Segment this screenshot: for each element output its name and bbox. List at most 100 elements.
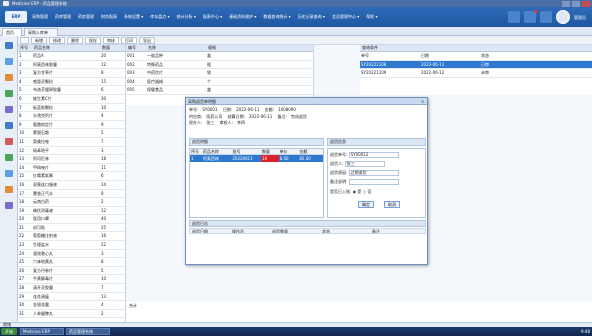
toolbar-button[interactable]: 修改 — [49, 37, 65, 44]
menu-item[interactable]: 帮助 ▾ — [366, 7, 377, 27]
list-item[interactable]: 24 速效救心丸 3 — [18, 250, 125, 259]
nav-sales-icon[interactable] — [5, 90, 13, 97]
menu-item[interactable]: 统计分析 ▾ — [177, 7, 196, 27]
menu-item[interactable]: 基础资料维护 ▾ — [229, 7, 256, 27]
list-item[interactable]: 27 牛黄解毒片 10 — [18, 275, 125, 285]
menu-item[interactable]: 采购管理 — [32, 7, 48, 27]
nav-tools-icon[interactable] — [5, 186, 13, 193]
avatar[interactable] — [556, 10, 570, 24]
maximize-button[interactable] — [572, 0, 580, 7]
menu-item[interactable]: 数据查询统计 ▾ — [263, 7, 290, 27]
menu-item[interactable]: 会员管理中心 ▾ — [332, 7, 359, 27]
cell: 18 — [101, 156, 107, 162]
nav-home-icon[interactable] — [5, 42, 13, 49]
cell: 16 — [19, 181, 25, 187]
list-item[interactable]: SY20221108 2022-06-11 已审 — [360, 60, 592, 70]
list-item[interactable]: 20 医用口罩 40 — [18, 215, 125, 224]
nav-query-icon[interactable] — [5, 170, 13, 177]
close-button[interactable] — [582, 0, 590, 7]
list-item[interactable]: 16 双黄连口服液 14 — [18, 181, 125, 190]
taskbar-item[interactable]: Medicine ERP — [20, 328, 64, 335]
toolbar-button[interactable]: 保存 — [85, 37, 101, 44]
list-item[interactable]: 8 头孢克肟片 4 — [18, 112, 125, 121]
ok-button[interactable]: 确定 — [358, 201, 374, 208]
list-item[interactable]: 25 六味地黄丸 8 — [18, 258, 125, 267]
list-item[interactable]: 17 藿香正气水 9 — [18, 190, 125, 199]
tab-home[interactable]: 首页 — [2, 28, 22, 36]
nav-stock-icon[interactable] — [5, 74, 13, 81]
menu-item[interactable]: 药库管理 — [55, 7, 71, 27]
nav-settings-icon[interactable] — [5, 154, 13, 161]
toolbar-button[interactable]: 打印 — [121, 37, 137, 44]
notification-icon[interactable] — [524, 10, 537, 23]
list-item[interactable]: 18 云南白药 2 — [18, 198, 125, 207]
nav-finance-icon[interactable] — [5, 122, 13, 129]
list-item[interactable]: 004 医疗器械 个 — [126, 78, 313, 87]
toolbar-button[interactable]: 审核 — [103, 37, 119, 44]
list-item[interactable]: 003 中药饮片 袋 — [126, 69, 313, 78]
list-item[interactable]: 5 布洛芬缓释胶囊 6 — [18, 86, 125, 95]
list-item[interactable]: 31 人参健脾丸 2 — [18, 310, 125, 319]
detail-table-row-selected[interactable]: 1 阿莫西林 20220611 10 8.50 85.00 — [190, 155, 323, 162]
return-no-field[interactable]: SY00012 — [348, 152, 399, 158]
toolbar-button[interactable]: 删除 — [67, 37, 83, 44]
menu-item[interactable]: 系统设置 ▾ — [124, 7, 143, 27]
minimize-button[interactable] — [562, 0, 570, 7]
tab-purchase[interactable]: 采购入库单 — [24, 28, 58, 36]
start-button[interactable]: 开始 — [1, 328, 17, 335]
list-item[interactable]: 13 阿司匹林 18 — [18, 155, 125, 164]
list-item[interactable]: 23 生理盐水 22 — [18, 241, 125, 250]
cell: 9 — [101, 190, 104, 196]
list-item[interactable]: 30 金银花露 4 — [18, 301, 125, 310]
list-item[interactable]: 002 特殊药品 瓶 — [126, 61, 313, 70]
remark-field[interactable] — [348, 179, 399, 185]
list-item[interactable]: 7 板蓝根颗粒 10 — [18, 104, 125, 113]
nav-help-icon[interactable] — [5, 202, 13, 209]
list-item[interactable]: 9 氯雷他定片 9 — [18, 121, 125, 130]
menu-item[interactable]: 财务报表 — [101, 7, 117, 27]
list-item[interactable]: 15 红霉素软膏 6 — [18, 172, 125, 181]
nav-report-icon[interactable] — [5, 106, 13, 113]
radio-no[interactable]: ○ 否 — [363, 189, 372, 194]
close-icon[interactable]: × — [420, 99, 425, 104]
list-item[interactable]: 10 蒙脱石散 5 — [18, 129, 125, 138]
nav-purchase-icon[interactable] — [5, 58, 13, 65]
radio-yes[interactable]: ◉ 是 — [353, 189, 362, 194]
menu-item[interactable]: 库存盘点 ▾ — [150, 7, 169, 27]
list-item[interactable]: 2 阿莫西林胶囊 12 — [18, 61, 125, 70]
list-item[interactable]: 21 创可贴 25 — [18, 224, 125, 233]
returner-field[interactable]: 张三 — [344, 161, 385, 167]
list-item[interactable]: 11 奥美拉唑 7 — [18, 138, 125, 147]
message-icon[interactable] — [508, 11, 520, 23]
toolbar-button[interactable]: 新增 — [31, 37, 47, 44]
list-item[interactable]: 28 清开灵胶囊 7 — [18, 284, 125, 293]
reason-field[interactable]: 过期退货 — [348, 170, 399, 176]
cancel-button[interactable]: 取消 — [384, 201, 400, 208]
list-item[interactable]: 1 药品A 20 — [18, 52, 125, 61]
toolbar-button[interactable]: 导出 — [139, 37, 155, 44]
list-item[interactable]: 26 复方丹参片 5 — [18, 267, 125, 276]
cell: 奥美拉唑 — [33, 138, 49, 144]
settings-icon[interactable] — [540, 11, 552, 23]
list-item[interactable]: 29 连花清瘟 13 — [18, 293, 125, 302]
user-name[interactable]: 管理员 — [574, 15, 588, 20]
list-item[interactable]: 14 甲硝唑片 11 — [18, 164, 125, 173]
taskbar-item[interactable]: 药品管理系统 — [66, 328, 110, 335]
menu-item[interactable]: 报表中心 ▾ — [203, 7, 222, 27]
list-item[interactable]: SY20221109 2022-06-12 未审 — [360, 69, 592, 78]
cell: 5 — [19, 87, 22, 93]
back-icon[interactable] — [20, 37, 29, 44]
list-item[interactable]: 005 保健食品 盒 — [126, 86, 313, 95]
cell: 布洛芬缓释胶囊 — [33, 87, 61, 93]
list-item[interactable]: 12 硝苯地平 3 — [18, 147, 125, 156]
list-item[interactable]: 22 葡萄糖注射液 16 — [18, 232, 125, 242]
list-item[interactable]: 4 感冒灵颗粒 15 — [18, 78, 125, 87]
list-item[interactable]: 001 一般品种 盒 — [126, 52, 313, 61]
nav-member-icon[interactable] — [5, 138, 13, 145]
list-item[interactable]: 6 维生素C片 30 — [18, 95, 125, 104]
list-item[interactable]: 单号 日期 状态 — [360, 52, 592, 61]
menu-item[interactable]: 药房管理 — [78, 7, 94, 27]
menu-item[interactable]: 历史记录查询 ▾ — [298, 7, 325, 27]
list-item[interactable]: 19 碘伏消毒液 12 — [18, 207, 125, 216]
list-item[interactable]: 3 复方甘草片 8 — [18, 69, 125, 78]
